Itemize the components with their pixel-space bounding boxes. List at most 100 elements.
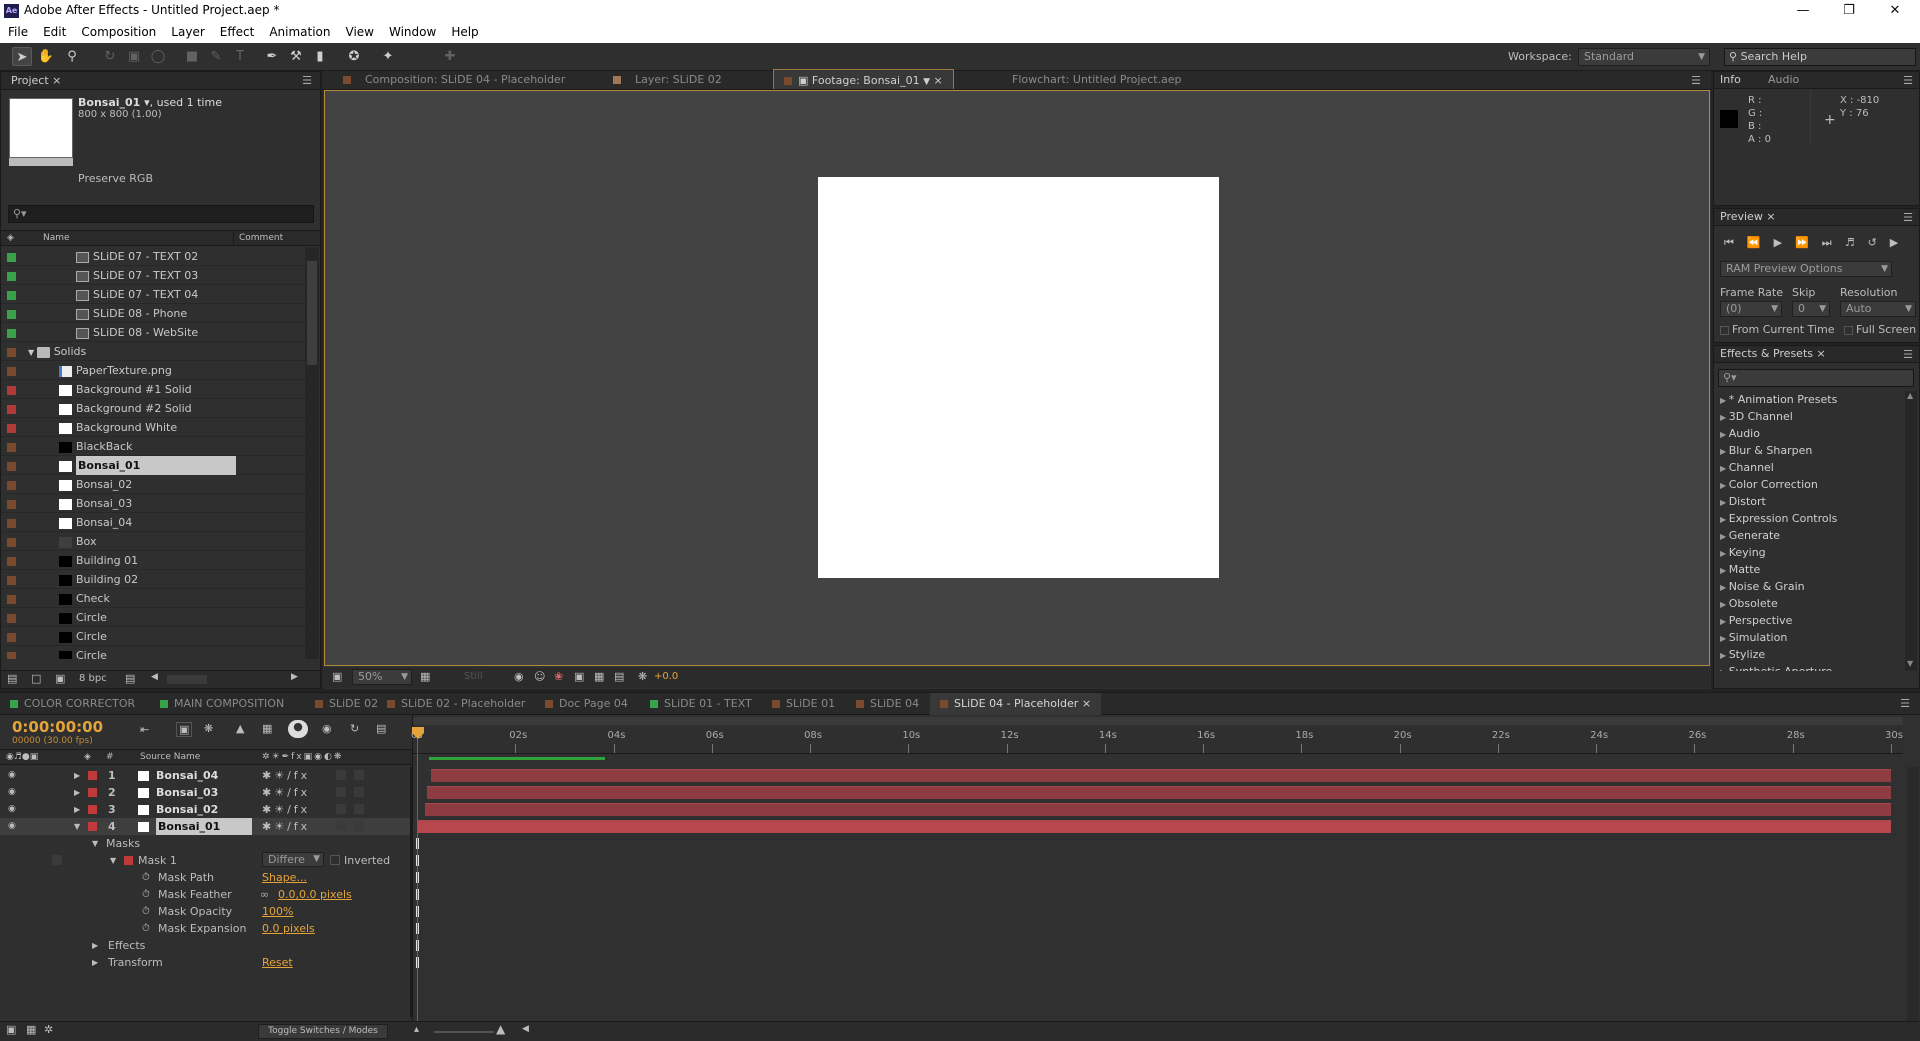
- panel-menu-icon[interactable]: ☰: [1691, 74, 1701, 87]
- show-snapshot-icon[interactable]: ☺: [534, 670, 545, 683]
- effects-search-input[interactable]: ⚲▾: [1718, 369, 1914, 387]
- panel-menu-icon[interactable]: ☰: [1903, 348, 1913, 361]
- expand-triangle-icon[interactable]: ▶: [92, 937, 98, 954]
- work-area-bar[interactable]: [413, 717, 1903, 725]
- new-comp-icon[interactable]: ▣: [55, 672, 65, 685]
- expand-triangle-icon[interactable]: ▶: [92, 954, 98, 971]
- in-out-icon[interactable]: ✲: [44, 1023, 53, 1036]
- stopwatch-icon[interactable]: ⏱: [142, 886, 150, 903]
- transparency-grid-icon[interactable]: ▦: [594, 670, 604, 683]
- exposure-value[interactable]: +0.0: [654, 671, 678, 682]
- panel-menu-icon[interactable]: ☰: [302, 74, 312, 87]
- label-color-swatch[interactable]: [7, 366, 16, 376]
- label-color-swatch[interactable]: [7, 404, 16, 414]
- effects-category-item[interactable]: ▶ Simulation: [1714, 629, 1904, 646]
- channel-icon[interactable]: ❀: [554, 670, 563, 683]
- shy-layers-icon[interactable]: ▲: [236, 722, 244, 735]
- scroll-down-icon[interactable]: ▼: [1907, 659, 1915, 668]
- label-color-swatch[interactable]: [7, 518, 16, 528]
- transfer-controls-icon[interactable]: ▦: [26, 1023, 36, 1036]
- property-row[interactable]: ▼ Mask 1 Differe ▼ Inverted: [0, 852, 412, 869]
- previous-frame-icon[interactable]: ⏪: [1747, 236, 1774, 249]
- label-color-swatch[interactable]: [7, 252, 16, 262]
- switch-box[interactable]: [336, 787, 346, 797]
- project-list-item[interactable]: Bonsai_04: [1, 513, 305, 532]
- expand-triangle-icon[interactable]: ▶: [1720, 498, 1729, 507]
- tab-preview[interactable]: Preview ×: [1720, 208, 1776, 226]
- visibility-eye-icon[interactable]: ◉: [8, 818, 16, 835]
- first-frame-icon[interactable]: ⏮: [1724, 236, 1747, 249]
- project-tab[interactable]: Project ×: [11, 72, 61, 90]
- project-list-item[interactable]: Background White: [1, 418, 305, 437]
- layer-row[interactable]: ◉ ▶ 2 Bonsai_03 ✱☀/fx: [0, 784, 412, 801]
- project-list-item[interactable]: Bonsai_03: [1, 494, 305, 513]
- zoom-dropdown[interactable]: 50% ▼: [352, 669, 412, 685]
- menu-animation[interactable]: Animation: [261, 22, 337, 39]
- project-list-item[interactable]: Building 01: [1, 551, 305, 570]
- new-folder-icon[interactable]: □: [31, 672, 41, 685]
- toggle-switches-modes-button[interactable]: Toggle Switches / Modes: [258, 1024, 388, 1039]
- layer-duration-bar[interactable]: [417, 820, 1891, 833]
- menu-effect[interactable]: Effect: [212, 22, 262, 39]
- camera-tool-icon[interactable]: ▣: [124, 47, 144, 66]
- timeline-tab[interactable]: SLiDE 01: [762, 693, 845, 715]
- label-color-swatch[interactable]: [88, 822, 97, 831]
- expand-triangle-icon[interactable]: ▶: [1720, 515, 1729, 524]
- visibility-eye-icon[interactable]: ◉: [8, 784, 16, 801]
- label-color-swatch[interactable]: [7, 271, 16, 281]
- expand-triangle-icon[interactable]: ▶: [1720, 651, 1729, 660]
- scroll-left-icon[interactable]: ◀: [151, 672, 158, 682]
- current-time-indicator[interactable]: [417, 727, 418, 1027]
- switch-box[interactable]: [354, 770, 364, 780]
- expand-triangle-icon[interactable]: ▶: [1720, 549, 1729, 558]
- snapshot-icon[interactable]: ◉: [514, 670, 524, 683]
- tab-info[interactable]: Info: [1720, 71, 1741, 89]
- project-list-item[interactable]: SLiDE 08 - WebSite: [1, 323, 305, 342]
- zoom-in-icon[interactable]: ▲: [496, 1022, 505, 1036]
- region-of-interest-icon[interactable]: ▦: [420, 670, 430, 683]
- expand-triangle-icon[interactable]: ▼: [28, 348, 37, 357]
- effects-category-item[interactable]: ▶ * Animation Presets: [1714, 391, 1904, 408]
- layer-duration-bar[interactable]: [431, 769, 1891, 782]
- search-help-field[interactable]: ⚲ Search Help: [1724, 48, 1916, 66]
- effects-category-item[interactable]: ▶ 3D Channel: [1714, 408, 1904, 425]
- property-row[interactable]: ▼ Masks: [0, 835, 412, 852]
- ram-preview-icon[interactable]: ▶: [1890, 236, 1911, 249]
- audio-icon[interactable]: ♬: [1845, 236, 1868, 249]
- project-list-item[interactable]: Check: [1, 589, 305, 608]
- expand-triangle-icon[interactable]: ▶: [74, 801, 80, 818]
- timeline-tab[interactable]: SLiDE 02: [305, 693, 388, 715]
- project-list-item[interactable]: PaperTexture.png: [1, 361, 305, 380]
- tab-layer[interactable]: Layer: SLiDE 02: [603, 69, 732, 91]
- zoom-tool-icon[interactable]: ⚲: [62, 47, 82, 66]
- graph-editor-icon[interactable]: ▤: [376, 722, 386, 735]
- motion-blur-icon[interactable]: ●: [288, 720, 308, 738]
- rectangle-tool-icon[interactable]: ■: [182, 47, 202, 66]
- label-color-swatch[interactable]: [88, 771, 97, 780]
- property-row[interactable]: ⏱ Mask Path Shape...: [0, 869, 412, 886]
- mask-visibility-box[interactable]: [52, 855, 62, 865]
- effects-category-item[interactable]: ▶ Noise & Grain: [1714, 578, 1904, 595]
- effects-category-item[interactable]: ▶ Obsolete: [1714, 595, 1904, 612]
- expand-triangle-icon[interactable]: ▶: [1720, 566, 1729, 575]
- scrollbar-thumb[interactable]: [307, 261, 317, 365]
- label-color-swatch[interactable]: [7, 347, 16, 357]
- layer-name[interactable]: Bonsai_04: [156, 767, 218, 784]
- layer-duration-bar[interactable]: [425, 803, 1891, 816]
- stopwatch-icon[interactable]: ⏱: [142, 920, 150, 937]
- expand-triangle-icon[interactable]: ▶: [1720, 464, 1729, 473]
- from-current-time-checkbox[interactable]: [1720, 325, 1729, 335]
- label-color-swatch[interactable]: [7, 537, 16, 547]
- effects-category-item[interactable]: ▶ Stylize: [1714, 646, 1904, 663]
- switch-box[interactable]: [336, 804, 346, 814]
- label-color-swatch[interactable]: [7, 385, 16, 395]
- expand-triangle-icon[interactable]: ▶: [1720, 583, 1729, 592]
- frame-blending-icon[interactable]: ▦: [262, 722, 272, 735]
- next-frame-icon[interactable]: ⏩: [1795, 236, 1822, 249]
- label-column-icon[interactable]: ◈: [7, 231, 14, 246]
- trash-icon[interactable]: ▤: [125, 672, 135, 685]
- expand-triangle-icon[interactable]: ▼: [92, 835, 98, 852]
- tab-audio[interactable]: Audio: [1768, 71, 1799, 89]
- expand-triangle-icon[interactable]: ▶: [74, 784, 80, 801]
- label-color-swatch[interactable]: [7, 290, 16, 300]
